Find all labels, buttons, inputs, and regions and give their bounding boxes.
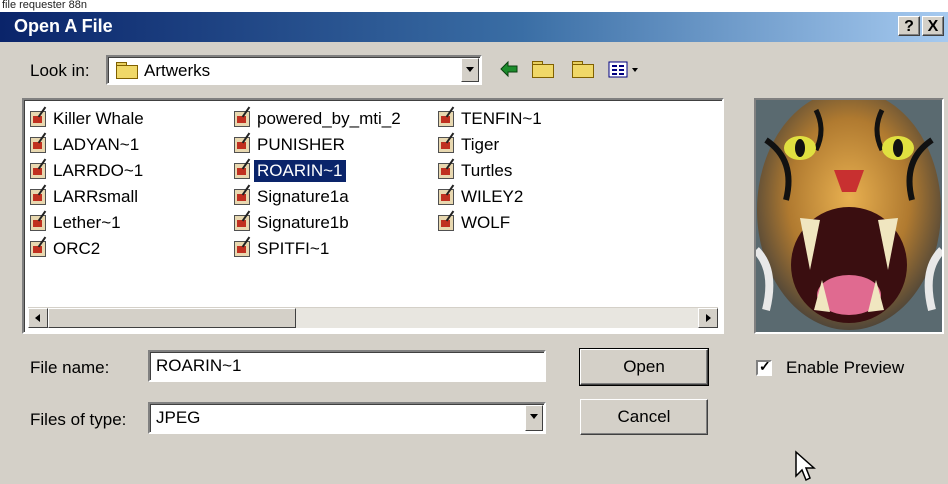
image-file-icon: [234, 137, 250, 153]
mouse-cursor-icon: [795, 450, 816, 482]
cancel-button[interactable]: Cancel: [580, 399, 708, 435]
up-folder-icon[interactable]: [532, 61, 554, 78]
image-file-icon: [30, 137, 46, 153]
list-item[interactable]: LARRsmall: [30, 184, 147, 210]
image-file-icon: [234, 241, 250, 257]
image-file-icon: [438, 215, 454, 231]
image-file-icon: [30, 241, 46, 257]
open-button[interactable]: Open: [579, 348, 709, 386]
list-item[interactable]: PUNISHER: [234, 132, 404, 158]
image-file-icon: [30, 111, 46, 127]
scroll-thumb[interactable]: [48, 308, 296, 328]
scroll-left-button[interactable]: [28, 308, 48, 328]
list-item[interactable]: Lether~1: [30, 210, 147, 236]
chevron-down-icon[interactable]: [525, 405, 543, 431]
window-title: Open A File: [14, 16, 113, 36]
tiger-preview-image: [756, 100, 942, 332]
image-file-icon: [30, 189, 46, 205]
scroll-right-button[interactable]: [698, 308, 718, 328]
file-name-label: File name:: [30, 358, 110, 377]
new-folder-icon[interactable]: [572, 61, 594, 78]
list-item[interactable]: SPITFI~1: [234, 236, 404, 262]
image-file-icon: [438, 189, 454, 205]
list-item[interactable]: powered_by_mti_2: [234, 106, 404, 132]
list-item[interactable]: WOLF: [438, 210, 545, 236]
files-of-type-value: JPEG: [156, 408, 201, 427]
back-arrow-icon[interactable]: [498, 58, 520, 80]
image-file-icon: [234, 111, 250, 127]
list-item[interactable]: TENFIN~1: [438, 106, 545, 132]
image-file-icon: [438, 111, 454, 127]
look-in-label: Look in:: [30, 61, 90, 80]
enable-preview-label: Enable Preview: [786, 358, 905, 377]
list-item[interactable]: LARRDO~1: [30, 158, 147, 184]
file-column-3: TENFIN~1 Tiger Turtles WILEY2 WOLF: [438, 106, 545, 236]
look-in-value: Artwerks: [144, 61, 211, 80]
help-button[interactable]: ?: [898, 16, 920, 36]
list-item[interactable]: Signature1b: [234, 210, 404, 236]
list-item[interactable]: LADYAN~1: [30, 132, 147, 158]
image-file-icon: [30, 163, 46, 179]
files-of-type-dropdown[interactable]: JPEG: [148, 402, 546, 434]
check-mark-icon: ✓: [759, 358, 771, 374]
image-file-icon: [438, 163, 454, 179]
view-menu-icon[interactable]: [608, 60, 642, 80]
image-file-icon: [438, 137, 454, 153]
horizontal-scrollbar[interactable]: [28, 307, 718, 328]
image-file-icon: [234, 215, 250, 231]
close-button[interactable]: X: [922, 16, 944, 36]
file-name-input[interactable]: ROARIN~1: [148, 350, 546, 382]
file-list[interactable]: Killer Whale LADYAN~1 LARRDO~1 LARRsmall…: [22, 98, 724, 334]
list-item-selected[interactable]: ROARIN~1: [234, 158, 404, 184]
image-file-icon: [30, 215, 46, 231]
image-preview: [754, 98, 944, 334]
file-name-value: ROARIN~1: [156, 356, 242, 375]
look-in-dropdown[interactable]: Artwerks: [106, 55, 482, 85]
list-item[interactable]: Tiger: [438, 132, 545, 158]
folder-icon: [116, 62, 138, 79]
list-item[interactable]: Killer Whale: [30, 106, 147, 132]
file-column-2: powered_by_mti_2 PUNISHER ROARIN~1 Signa…: [234, 106, 404, 262]
list-item[interactable]: ORC2: [30, 236, 147, 262]
image-file-icon: [234, 189, 250, 205]
list-item[interactable]: Signature1a: [234, 184, 404, 210]
chevron-down-icon[interactable]: [461, 58, 479, 82]
image-file-icon: [234, 163, 250, 179]
file-column-1: Killer Whale LADYAN~1 LARRDO~1 LARRsmall…: [30, 106, 147, 262]
list-item[interactable]: Turtles: [438, 158, 545, 184]
files-of-type-label: Files of type:: [30, 410, 127, 429]
enable-preview-checkbox[interactable]: ✓: [756, 358, 772, 376]
caption-strip: file requester 88n: [0, 0, 948, 12]
list-item[interactable]: WILEY2: [438, 184, 545, 210]
title-bar: Open A File ? X: [0, 12, 948, 42]
